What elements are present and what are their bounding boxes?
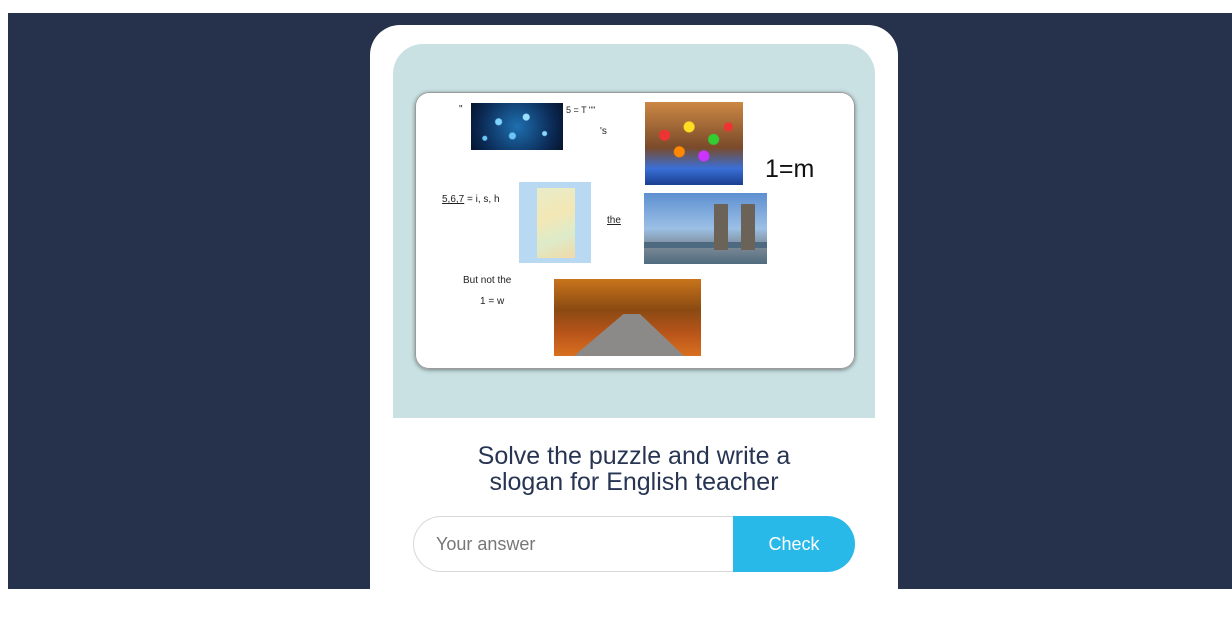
molecules-caption: 5 = T "" (566, 105, 596, 115)
candy-image (645, 102, 743, 185)
the-word-text: the (607, 215, 621, 226)
map-landmass (537, 188, 575, 258)
autumn-road-image (554, 279, 701, 356)
answer-input[interactable] (413, 516, 753, 572)
puzzle-image-panel: " 5 = T "" 's 1=m 5,6,7 = i, s, h the Bu… (393, 44, 875, 418)
rebus-puzzle-image: " 5 = T "" 's 1=m 5,6,7 = i, s, h the Bu… (415, 92, 855, 369)
map-clue-numbers: 5,6,7 (442, 194, 465, 205)
instructions-line-1: Solve the puzzle and write a (477, 442, 791, 470)
one-equals-m-text: 1=m (765, 155, 815, 183)
but-not-the-text: But not the (463, 275, 512, 286)
answer-form: Check (413, 516, 855, 572)
quote-mark-text: " (459, 104, 463, 115)
map-clue-text: 5,6,7 = i, s, h (442, 194, 500, 205)
tower-bridge-image (644, 193, 767, 264)
uk-map-image (519, 182, 591, 263)
instructions-line-2: slogan for English teacher (489, 468, 779, 496)
check-button[interactable]: Check (733, 516, 855, 572)
map-clue-letters: = i, s, h (464, 194, 500, 205)
puzzle-card: " 5 = T "" 's 1=m 5,6,7 = i, s, h the Bu… (370, 25, 898, 625)
molecules-image (471, 103, 563, 150)
bridge-tower-right (741, 204, 755, 250)
one-equals-w-text: 1 = w (480, 296, 505, 307)
page-background: " 5 = T "" 's 1=m 5,6,7 = i, s, h the Bu… (8, 13, 1232, 625)
road-path (574, 314, 684, 356)
puzzle-instructions: Solve the puzzle and write a slogan for … (370, 443, 898, 495)
bridge-tower-left (714, 204, 728, 250)
apostrophe-s-text: 's (600, 126, 607, 137)
